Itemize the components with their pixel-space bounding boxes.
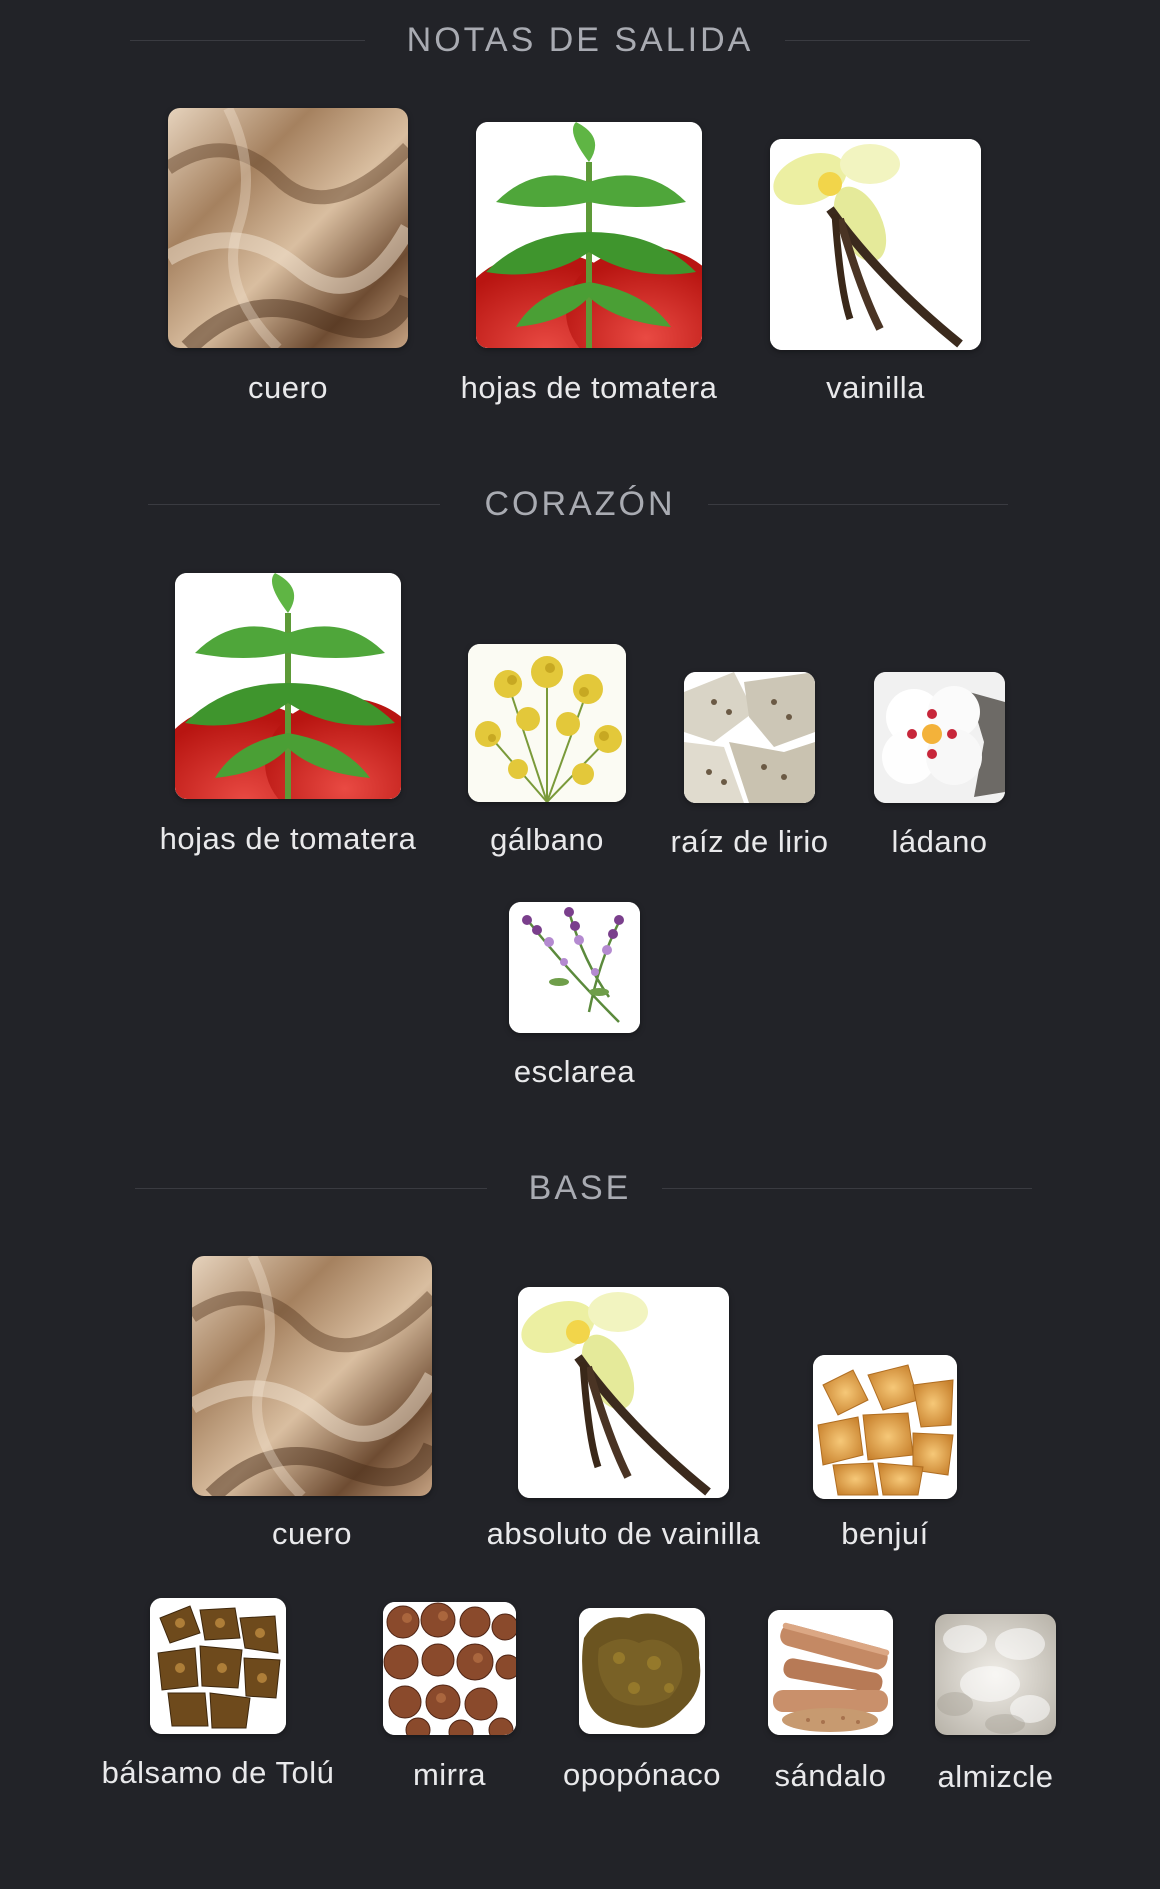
- note-label: almizcle: [937, 1759, 1054, 1794]
- section-header-heart: CORAZÓN: [0, 474, 1160, 534]
- section-header-base: BASE: [0, 1158, 1160, 1218]
- note-item-absoluto-de-vainilla[interactable]: absoluto de vainilla: [487, 1287, 760, 1566]
- note-item-almizcle[interactable]: almizcle: [935, 1614, 1056, 1803]
- note-label: vainilla: [826, 370, 925, 405]
- note-label: absoluto de vainilla: [486, 1516, 761, 1551]
- note-label: cuero: [271, 1516, 353, 1551]
- tolu-balsam-image-icon: [150, 1598, 286, 1734]
- note-item-hojas-de-tomatera[interactable]: hojas de tomatera: [160, 573, 416, 869]
- tomato-leaves-image-icon: [175, 573, 401, 799]
- musk-image-icon: [935, 1614, 1056, 1735]
- note-item-balsamo-de-tolu[interactable]: bálsamo de Tolú: [102, 1598, 334, 1803]
- section-header-top-notes: NOTAS DE SALIDA: [0, 10, 1160, 70]
- note-label: ládano: [891, 824, 988, 859]
- note-item-mirra[interactable]: mirra: [383, 1602, 516, 1803]
- note-item-esclarea[interactable]: esclarea: [509, 902, 640, 1099]
- note-label: bálsamo de Tolú: [101, 1755, 335, 1790]
- benzoin-image-icon: [813, 1355, 957, 1499]
- leather-image-icon: [168, 108, 408, 348]
- note-label: benjuí: [841, 1516, 929, 1551]
- galbanum-image-icon: [468, 644, 626, 802]
- section-title: BASE: [528, 1169, 632, 1207]
- myrrh-image-icon: [383, 1602, 516, 1735]
- clary-sage-image-icon: [509, 902, 640, 1033]
- note-item-benjui[interactable]: benjuí: [813, 1355, 957, 1566]
- tomato-leaves-image-icon: [476, 122, 702, 348]
- note-item-cuero[interactable]: cuero: [192, 1256, 432, 1566]
- section-title: NOTAS DE SALIDA: [406, 21, 754, 59]
- labdanum-image-icon: [874, 672, 1005, 803]
- note-item-opoponaco[interactable]: opopónaco: [563, 1608, 720, 1803]
- note-item-vainilla[interactable]: vainilla: [770, 139, 981, 418]
- vanilla-image-icon: [518, 1287, 729, 1498]
- note-item-galbano[interactable]: gálbano: [468, 644, 626, 869]
- note-label: esclarea: [513, 1054, 636, 1089]
- note-item-ladano[interactable]: ládano: [874, 672, 1005, 869]
- sandalwood-image-icon: [768, 1610, 893, 1735]
- section-title: CORAZÓN: [484, 485, 676, 523]
- note-label: cuero: [247, 370, 329, 405]
- note-item-raiz-de-lirio[interactable]: raíz de lirio: [670, 672, 828, 869]
- vanilla-image-icon: [770, 139, 981, 350]
- orris-root-image-icon: [684, 672, 815, 803]
- note-item-hojas-de-tomatera[interactable]: hojas de tomatera: [461, 122, 717, 418]
- leather-image-icon: [192, 1256, 432, 1496]
- note-item-cuero[interactable]: cuero: [168, 108, 408, 418]
- opoponax-image-icon: [579, 1608, 705, 1734]
